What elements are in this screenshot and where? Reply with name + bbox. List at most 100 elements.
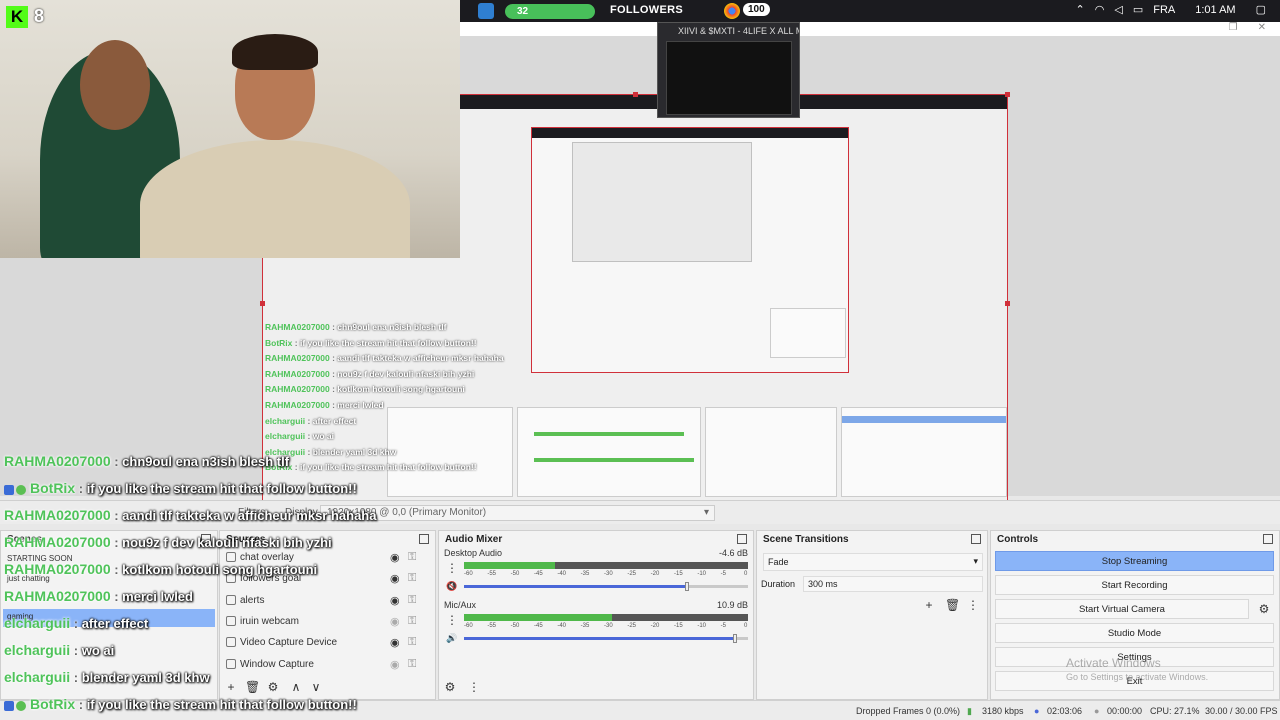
channel-db: 10.9 dB xyxy=(716,600,748,610)
chat-line: RAHMA0207000 : chn9oul ena n3ish blesh t… xyxy=(4,448,474,475)
mini-chat-message: wo ai xyxy=(312,431,334,442)
clock[interactable]: 1:01 AM xyxy=(1195,4,1235,16)
battery-icon[interactable]: ▭ xyxy=(1133,3,1143,16)
chat-message: wo ai xyxy=(81,643,115,658)
chat-separator: : xyxy=(110,535,123,550)
watermark-title: Activate Windows xyxy=(1066,656,1161,670)
control-button[interactable]: Stop Streaming xyxy=(995,551,1274,571)
nested-transitions-panel xyxy=(705,407,837,497)
mini-chat-user: RAHMA0207000 xyxy=(265,384,330,395)
cpu-usage: CPU: 27.1% xyxy=(1150,706,1200,716)
scale-tick-label: -35 xyxy=(580,571,590,577)
chevron-up-icon[interactable]: ⌃ xyxy=(1076,3,1085,16)
kebab-menu-icon[interactable]: ⋮ xyxy=(967,599,979,611)
nested-meter-1 xyxy=(534,432,684,436)
resize-handle[interactable] xyxy=(260,301,265,306)
trash-icon[interactable]: 🗑 xyxy=(945,599,960,611)
scale-tick-label: -50 xyxy=(510,623,520,629)
kick-logo: K xyxy=(6,6,28,28)
scale-tick-label: -30 xyxy=(604,623,613,629)
scale-tick-label: -10 xyxy=(697,571,706,577)
volume-slider-knob[interactable] xyxy=(685,582,690,591)
mini-chat-separator: : xyxy=(292,337,300,348)
meter-scale: -60 -55 -50 -45 -40 -35 -30 -25 -20 -15 -10 -5 0 xyxy=(464,571,748,579)
chat-message: after effect xyxy=(81,616,149,631)
nested-preview-2 xyxy=(531,127,849,373)
language-indicator[interactable]: FRA xyxy=(1153,4,1175,16)
mini-chat-user: BotRix xyxy=(265,337,293,348)
follower-goal: 100 xyxy=(743,3,770,16)
chat-line: BotRix : if you like the stream hit that… xyxy=(4,691,474,718)
mini-chat-line: RAHMA0207000 : merci lwled xyxy=(265,398,505,414)
volume-slider[interactable] xyxy=(464,582,748,591)
chat-line: elcharguii : wo ai xyxy=(4,637,474,664)
restore-icon[interactable]: ❐ xyxy=(1229,22,1238,33)
notification-icon[interactable]: ▢ xyxy=(1256,3,1266,16)
close-icon[interactable]: ✕ xyxy=(1258,22,1266,33)
meter-scale: -60 -55 -50 -45 -40 -35 -30 -25 -20 -15 -10 -5 0 xyxy=(464,623,748,631)
resize-handle[interactable] xyxy=(1005,301,1010,306)
scale-tick-label: 0 xyxy=(744,623,748,629)
resize-handle[interactable] xyxy=(1005,92,1010,97)
follower-progress-bar: 32 xyxy=(505,4,595,19)
mini-chat-line: RAHMA0207000 : aandi tlf takteka w affic… xyxy=(265,351,505,367)
thumbnail-preview xyxy=(666,41,792,115)
volume-slider-fill xyxy=(464,585,689,588)
record-time: 00:00:00 xyxy=(1107,706,1143,716)
scale-tick-label: -20 xyxy=(650,571,660,577)
gear-icon[interactable]: ⚙ xyxy=(1258,603,1270,615)
mini-chat-message: if you like the stream hit that follow b… xyxy=(299,337,477,348)
float-icon[interactable] xyxy=(971,534,981,544)
scale-tick-label: -20 xyxy=(650,623,660,629)
volume-slider-knob[interactable] xyxy=(732,634,737,643)
mini-chat-separator: : xyxy=(305,415,313,426)
duration-input[interactable]: 300 ms xyxy=(803,576,983,592)
chat-username: RAHMA0207000 xyxy=(4,561,111,577)
chat-username: elcharguii xyxy=(4,615,71,631)
transition-value: Fade xyxy=(768,557,789,567)
scale-tick-label: -40 xyxy=(557,623,566,629)
volume-slider[interactable] xyxy=(464,634,748,643)
chat-separator: : xyxy=(110,454,123,469)
mini-chat-line: RAHMA0207000 : kotlkom hotouli song hgar… xyxy=(265,382,505,398)
chat-separator: : xyxy=(75,481,87,496)
taskbar-thumbnail-popup[interactable]: XIIVI & $MXTI - 4LIFE X ALL MY... xyxy=(657,22,800,118)
transition-select[interactable]: Fade ▾ xyxy=(763,553,983,571)
control-button[interactable]: Start Virtual Camera xyxy=(995,599,1249,619)
speaker-icon[interactable]: ◁ xyxy=(1114,3,1122,16)
add-icon[interactable]: + xyxy=(923,599,935,611)
chat-message: if you like the stream hit that follow b… xyxy=(86,697,357,712)
chat-line: RAHMA0207000 : merci lwled xyxy=(4,583,474,610)
mini-chat-message: aandi tlf takteka w afficheur mksr hahah… xyxy=(337,353,504,364)
control-button[interactable]: Start Recording xyxy=(995,575,1274,595)
scene-transitions-title: Scene Transitions xyxy=(763,534,849,545)
resize-handle[interactable] xyxy=(633,92,638,97)
chat-separator: : xyxy=(110,508,123,523)
vscode-icon[interactable] xyxy=(478,3,494,19)
scale-tick-label: -55 xyxy=(487,571,496,577)
volume-meter xyxy=(464,562,748,569)
wifi-icon[interactable]: ◠ xyxy=(1095,3,1105,16)
rec-status-icon: ● xyxy=(1094,706,1100,716)
chrome-icon[interactable] xyxy=(724,3,740,19)
mini-chat-message: after effect xyxy=(312,415,357,426)
mini-chat-line: RAHMA0207000 : chn9oul ena n3ish blesh t… xyxy=(265,320,505,336)
nested-mini-panel xyxy=(770,308,846,358)
float-icon[interactable] xyxy=(1263,534,1273,544)
mini-chat-user: RAHMA0207000 xyxy=(265,399,330,410)
nested-preview-3 xyxy=(572,142,752,262)
follower-label: FOLLOWERS xyxy=(610,4,683,16)
chat-line: RAHMA0207000 : nou9z f dev kalouli nfask… xyxy=(4,529,474,556)
mini-chat-line: elcharguii : wo ai xyxy=(265,429,505,445)
control-button[interactable]: Studio Mode xyxy=(995,623,1274,643)
mini-chat-message: kotlkom hotouli song hgartouni xyxy=(337,384,465,395)
scale-tick-label: -45 xyxy=(534,623,543,629)
chat-message: kotlkom hotouli song hgartouni xyxy=(122,562,318,577)
scale-tick-label: -30 xyxy=(604,571,613,577)
mini-chat-user: RAHMA0207000 xyxy=(265,322,330,332)
mini-chat-user: RAHMA0207000 xyxy=(265,353,330,364)
chat-username: elcharguii xyxy=(4,669,71,685)
verified-icon xyxy=(16,700,26,711)
chat-username: RAHMA0207000 xyxy=(4,453,111,469)
float-icon[interactable] xyxy=(737,534,747,544)
